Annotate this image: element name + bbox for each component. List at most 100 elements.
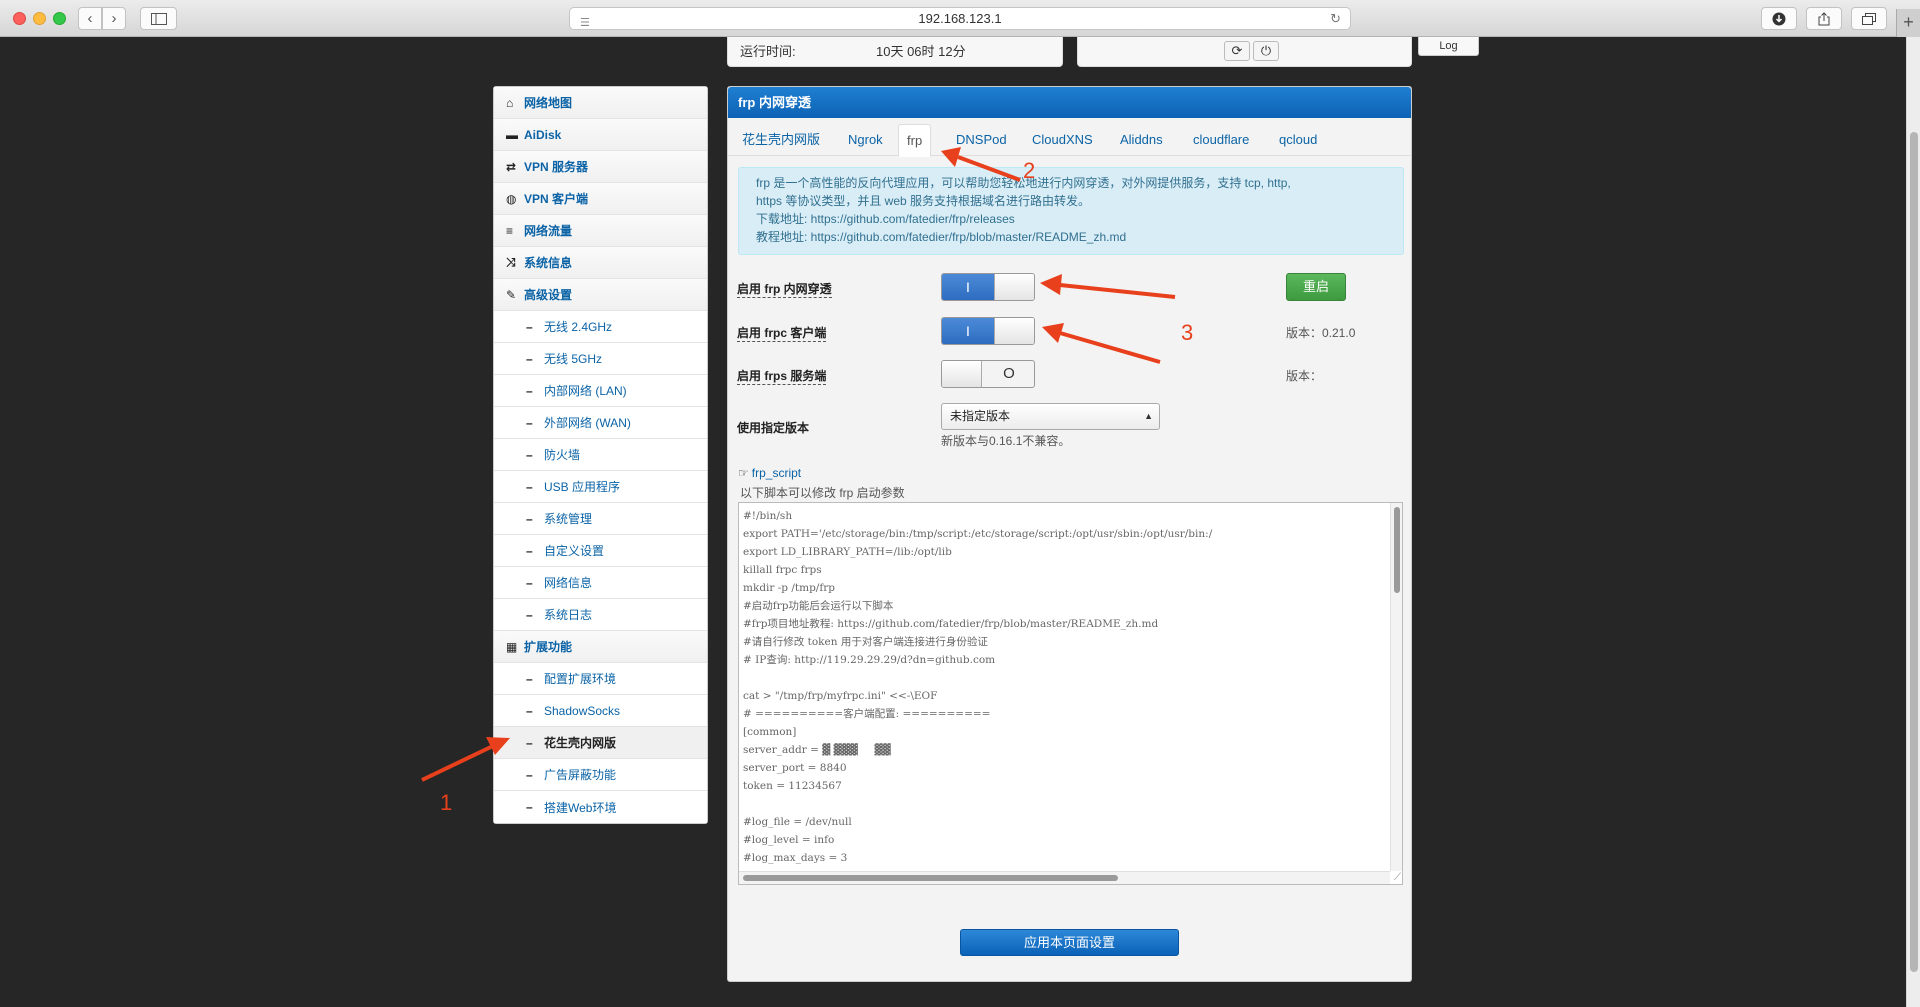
dash-icon: –	[526, 383, 533, 398]
sidebar-subitem[interactable]: – 无线 2.4GHz	[494, 311, 707, 343]
sidebar-item[interactable]: ▬ AiDisk	[494, 119, 707, 151]
sidebar-subitem[interactable]: – 系统管理	[494, 503, 707, 535]
sidebar-item[interactable]: ▦ 扩展功能	[494, 631, 707, 663]
frp-script-label: frp_script	[751, 466, 802, 480]
sidebar-subitem[interactable]: – USB 应用程序	[494, 471, 707, 503]
wrench-icon: ✎	[506, 287, 517, 302]
dash-icon: –	[526, 319, 533, 334]
dash-icon: –	[526, 479, 533, 494]
enable-frp-toggle[interactable]: I	[941, 273, 1035, 301]
sidebar-item-label: VPN 服务器	[524, 160, 589, 174]
reboot-button[interactable]: ⟳	[1224, 41, 1250, 61]
forward-button[interactable]: ›	[102, 7, 126, 30]
resize-handle-icon[interactable]: ⟋	[1394, 872, 1401, 883]
editor-horizontal-scrollbar[interactable]	[739, 871, 1390, 884]
sidebar-subitem[interactable]: – 外部网络 (WAN)	[494, 407, 707, 439]
sidebar-item[interactable]: ◍ VPN 客户端	[494, 183, 707, 215]
download-link[interactable]: 下载地址: https://github.com/fatedier/frp/re…	[756, 210, 1393, 228]
sidebar-item-label: 系统信息	[524, 256, 573, 270]
sidebar-subitem[interactable]: – 无线 5GHz	[494, 343, 707, 375]
tab-frp[interactable]: frp	[898, 124, 932, 157]
script-code[interactable]: #!/bin/sh export PATH='/etc/storage/bin:/…	[743, 507, 1388, 867]
toggle-off-mark: O	[1003, 365, 1015, 382]
restart-button[interactable]: 重启	[1286, 273, 1346, 301]
log-button[interactable]: Log	[1418, 37, 1479, 56]
sidebar-item[interactable]: ≡ 网络流量	[494, 215, 707, 247]
scroll-thumb[interactable]	[743, 875, 1118, 881]
script-editor[interactable]: #!/bin/sh export PATH='/etc/storage/bin:/…	[738, 502, 1403, 885]
enable-frps-toggle[interactable]: O	[941, 360, 1035, 388]
tutorial-link[interactable]: 教程地址: https://github.com/fatedier/frp/bl…	[756, 228, 1393, 246]
chevron-right-icon: ›	[111, 10, 117, 27]
sidebar-item-label: 系统管理	[544, 512, 593, 526]
sidebar-item-label: AiDisk	[524, 127, 562, 142]
share-button[interactable]	[1806, 7, 1842, 30]
window-minimize-button[interactable]	[33, 12, 46, 25]
sidebar-item-label: 花生壳内网版	[544, 736, 617, 750]
reload-icon[interactable]: ↻	[1330, 8, 1341, 29]
frp-script-link[interactable]: ☞ frp_script	[738, 466, 801, 480]
browser-toolbar: ‹ › ☰ 192.168.123.1 ↻ +	[0, 0, 1920, 37]
new-tab-button[interactable]: +	[1896, 9, 1920, 37]
sidebar-item-label: 系统日志	[544, 608, 593, 622]
scroll-thumb[interactable]	[1394, 507, 1400, 593]
back-button[interactable]: ‹	[78, 7, 102, 30]
info-line: frp 是一个高性能的反向代理应用，可以帮助您轻松地进行内网穿透，对外网提供服务…	[756, 176, 1291, 190]
sidebar-subitem[interactable]: – 广告屏蔽功能	[494, 759, 707, 791]
downloads-button[interactable]	[1761, 7, 1797, 30]
sidebar-subitem[interactable]: – 内部网络 (LAN)	[494, 375, 707, 407]
sidebar-item[interactable]: ⌂ 网络地图	[494, 87, 707, 119]
page-scrollbar[interactable]	[1906, 37, 1920, 1007]
sidebar-subitem[interactable]: – 网络信息	[494, 567, 707, 599]
sidebar-subitem[interactable]: – 系统日志	[494, 599, 707, 631]
editor-vertical-scrollbar[interactable]	[1390, 503, 1402, 871]
tab-ngrok[interactable]: Ngrok	[840, 124, 891, 157]
enable-frpc-toggle[interactable]: I	[941, 317, 1035, 345]
info-box: frp 是一个高性能的反向代理应用，可以帮助您轻松地进行内网穿透，对外网提供服务…	[738, 167, 1404, 255]
sidebar-subitem[interactable]: – 自定义设置	[494, 535, 707, 567]
code-line: export PATH='/etc/storage/bin:/tmp/scrip…	[743, 528, 1213, 540]
power-icon: ⏻	[1260, 43, 1272, 58]
download-icon	[1772, 12, 1786, 25]
sidebar-subitem[interactable]: – ShadowSocks	[494, 695, 707, 727]
tabs-overview-button[interactable]	[1851, 7, 1887, 30]
retweet-icon: ⇄	[506, 159, 517, 174]
refresh-icon: ⟳	[1231, 43, 1243, 58]
sidebar-subitem[interactable]: – 搭建Web环境	[494, 791, 707, 823]
reader-icon[interactable]: ☰	[580, 13, 590, 34]
version-select[interactable]: 未指定版本 ▲	[941, 403, 1160, 430]
grid-icon: ▦	[506, 639, 518, 654]
apply-settings-button[interactable]: 应用本页面设置	[960, 929, 1179, 956]
sidebar-item[interactable]: ✎ 高级设置	[494, 279, 707, 311]
tab-oray[interactable]: 花生壳内网版	[734, 124, 828, 157]
window-maximize-button[interactable]	[53, 12, 66, 25]
sidebar-toggle-button[interactable]	[140, 7, 177, 30]
shutdown-button[interactable]: ⏻	[1253, 41, 1279, 61]
dash-icon: –	[526, 415, 533, 430]
code-line: #请自行修改 token 用于对客户端连接进行身份验证	[743, 636, 988, 648]
sidebar-item-label: 广告屏蔽功能	[544, 768, 617, 782]
dash-icon: –	[526, 543, 533, 558]
version-select-value: 未指定版本	[950, 409, 1011, 423]
drive-icon: ▬	[506, 127, 518, 142]
window-close-button[interactable]	[13, 12, 26, 25]
sidebar-item-label: 网络流量	[524, 224, 573, 238]
sidebar-subitem[interactable]: – 配置扩展环境	[494, 663, 707, 695]
code-line: killall frpc frps	[743, 564, 822, 576]
tab-cloudflare[interactable]: cloudflare	[1185, 124, 1257, 157]
page-scroll-thumb[interactable]	[1910, 132, 1918, 972]
sidebar-item[interactable]: ⇄ VPN 服务器	[494, 151, 707, 183]
dash-icon: –	[526, 447, 533, 462]
tab-cloudxns[interactable]: CloudXNS	[1024, 124, 1101, 157]
tab-aliddns[interactable]: Aliddns	[1112, 124, 1171, 157]
sidebar-subitem[interactable]: – 花生壳内网版	[494, 727, 707, 759]
tab-qcloud[interactable]: qcloud	[1271, 124, 1325, 157]
address-bar[interactable]: ☰ 192.168.123.1 ↻	[569, 7, 1351, 30]
main-panel: frp 内网穿透 花生壳内网版 Ngrok frp DNSPod CloudXN…	[727, 86, 1412, 982]
sidebar-item-label: VPN 客户端	[524, 192, 589, 206]
sidebar-subitem[interactable]: – 防火墙	[494, 439, 707, 471]
sidebar-item[interactable]: ⤨ 系统信息	[494, 247, 707, 279]
script-hint: 以下脚本可以修改 frp 启动参数	[740, 486, 905, 500]
tab-dnspod[interactable]: DNSPod	[948, 124, 1015, 157]
